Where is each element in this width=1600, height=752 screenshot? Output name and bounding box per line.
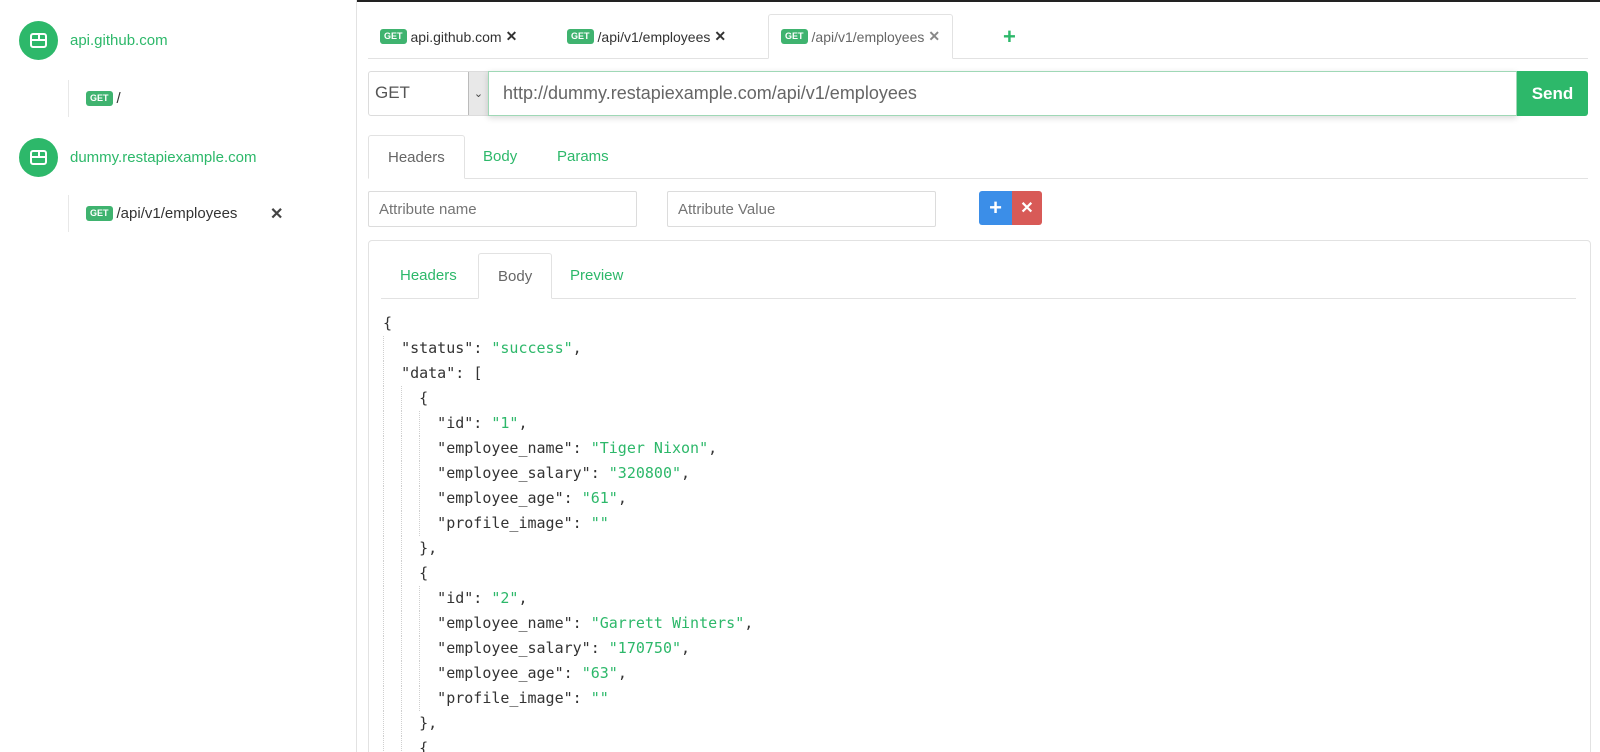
json-line: "status": "success",	[383, 336, 753, 361]
tab-body[interactable]: Body	[464, 135, 536, 179]
sidebar: api.github.com GET / dummy.restapiexampl…	[0, 0, 357, 752]
tab-response-headers[interactable]: Headers	[381, 253, 476, 299]
method-badge: GET	[380, 29, 407, 44]
send-button[interactable]: Send	[1517, 71, 1588, 116]
json-line: {	[383, 736, 753, 752]
route-item[interactable]: GET /	[68, 80, 121, 117]
route-path: /api/v1/employees	[116, 205, 238, 222]
request-section-tabs: Headers Body Params	[368, 135, 1588, 179]
tab-headers[interactable]: Headers	[368, 135, 465, 179]
close-icon[interactable]: ✕	[928, 28, 940, 45]
add-attribute-button[interactable]: +	[979, 191, 1012, 225]
close-icon[interactable]: ✕	[714, 28, 726, 45]
package-icon	[19, 20, 58, 60]
attribute-name-input[interactable]	[368, 191, 637, 227]
attribute-value-input[interactable]	[667, 191, 936, 227]
json-line: "employee_age": "61",	[383, 486, 753, 511]
method-badge: GET	[781, 29, 808, 44]
tab-employees-active[interactable]: GET /api/v1/employees ✕	[768, 14, 954, 59]
json-line: },	[383, 711, 753, 736]
route-path: /	[116, 90, 121, 107]
url-input[interactable]	[488, 71, 1517, 116]
json-line: "employee_salary": "170750",	[383, 636, 753, 661]
tab-api-github[interactable]: GET api.github.com ✕	[368, 14, 529, 59]
url-bar: GET ⌄ Send	[368, 71, 1588, 116]
json-line: "data": [	[383, 361, 753, 386]
json-line: {	[383, 386, 753, 411]
json-line: {	[383, 561, 753, 586]
package-icon	[19, 137, 58, 177]
tab-response-preview[interactable]: Preview	[551, 253, 642, 299]
close-icon[interactable]: ✕	[270, 204, 283, 224]
host-item-api-github[interactable]: api.github.com	[19, 20, 168, 60]
json-line: "employee_age": "63",	[383, 661, 753, 686]
json-line: "profile_image": ""	[383, 511, 753, 536]
json-line: "employee_name": "Tiger Nixon",	[383, 436, 753, 461]
method-badge: GET	[86, 206, 113, 221]
response-tabs: Headers Body Preview	[381, 253, 1576, 299]
json-line: "employee_salary": "320800",	[383, 461, 753, 486]
json-line: "id": "2",	[383, 586, 753, 611]
json-line: "profile_image": ""	[383, 686, 753, 711]
method-badge: GET	[567, 29, 594, 44]
json-line: "id": "1",	[383, 411, 753, 436]
tab-employees[interactable]: GET /api/v1/employees ✕	[555, 14, 738, 59]
tab-params[interactable]: Params	[538, 135, 628, 179]
json-line: "employee_name": "Garrett Winters",	[383, 611, 753, 636]
response-panel: Headers Body Preview { "status": "succes…	[368, 240, 1591, 752]
request-tabs-bar: GET api.github.com ✕ GET /api/v1/employe…	[368, 14, 1588, 59]
main-panel: GET api.github.com ✕ GET /api/v1/employe…	[357, 0, 1600, 752]
header-attribute-row: + ✕	[368, 191, 1068, 227]
json-line: {	[383, 314, 393, 332]
response-json-body: { "status": "success", "data": [ { "id":…	[383, 311, 753, 752]
tab-response-body[interactable]: Body	[478, 253, 553, 299]
method-badge: GET	[86, 91, 113, 106]
host-name: dummy.restapiexample.com	[70, 148, 257, 166]
chevron-down-icon[interactable]: ⌄	[468, 72, 488, 115]
close-icon[interactable]: ✕	[506, 28, 518, 45]
tab-label: /api/v1/employees	[811, 28, 925, 45]
route-item[interactable]: GET /api/v1/employees	[68, 195, 237, 232]
tab-label: api.github.com	[410, 28, 502, 45]
tab-label: /api/v1/employees	[597, 28, 711, 45]
json-line: },	[383, 536, 753, 561]
add-tab-button[interactable]: +	[1003, 24, 1016, 50]
host-name: api.github.com	[70, 31, 168, 49]
remove-attribute-button[interactable]: ✕	[1012, 191, 1042, 225]
host-item-dummy-restapiexample[interactable]: dummy.restapiexample.com	[19, 137, 256, 177]
